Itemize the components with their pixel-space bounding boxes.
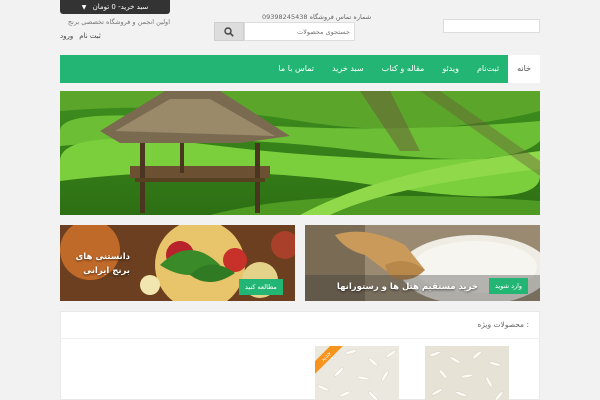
main-nav: خانه ثبت‌نام ویدئو مقاله و کتاب سبد خرید… [60,55,540,83]
search-button[interactable] [214,22,244,41]
enter-button[interactable]: وارد شوید [489,278,529,294]
hero-image-rice-field[interactable] [60,91,540,215]
nav-item-home[interactable]: خانه [508,55,540,83]
nav-item-articles[interactable]: مقاله و کتاب [373,55,434,83]
search-icon [224,26,234,37]
search-bar [214,22,355,41]
contact-text: شماره تماس فروشگاه 09398245438 [262,13,372,21]
language-select[interactable] [443,19,540,33]
promo-title-line2: برنج ایرانی [83,265,130,276]
nav-item-cart[interactable]: سبد خرید [323,55,373,83]
nav-item-register[interactable]: ثبت‌نام [468,55,508,83]
auth-links: ورود ثبت نام [60,32,170,40]
nav-item-contact[interactable]: تماس با ما [269,55,323,83]
featured-products-title: محصولات ویژه : [477,320,529,329]
cart-dropdown[interactable]: ▼ سبد خرید- 0 تومان [60,0,170,14]
product-card[interactable]: جدید [315,346,399,400]
caret-down-icon: ▼ [81,4,87,11]
register-link[interactable]: ثبت نام [79,32,101,40]
nav-item-video[interactable]: ویدئو [433,55,468,83]
product-card[interactable] [425,346,509,400]
promo-direct-purchase[interactable]: خرید مستقیم هتل ها و رستورانها وارد شوید [305,225,540,301]
read-more-button[interactable]: مطالعه کنید [239,279,283,295]
promo-rice-knowledge[interactable]: دانستنی های برنج ایرانی مطالعه کنید [60,225,295,301]
promo-title-line1: دانستنی های [75,252,131,262]
brand-tagline: اولین انجمن و فروشگاه تخصصی برنج [67,18,170,26]
featured-products-panel: محصولات ویژه : جدید [60,311,540,400]
divider [61,338,539,339]
promo-direct-title: خرید مستقیم هتل ها و رستورانها [336,282,478,292]
cart-label: سبد خرید- 0 تومان [92,3,149,11]
search-input[interactable] [244,22,355,41]
login-link[interactable]: ورود [60,32,73,40]
